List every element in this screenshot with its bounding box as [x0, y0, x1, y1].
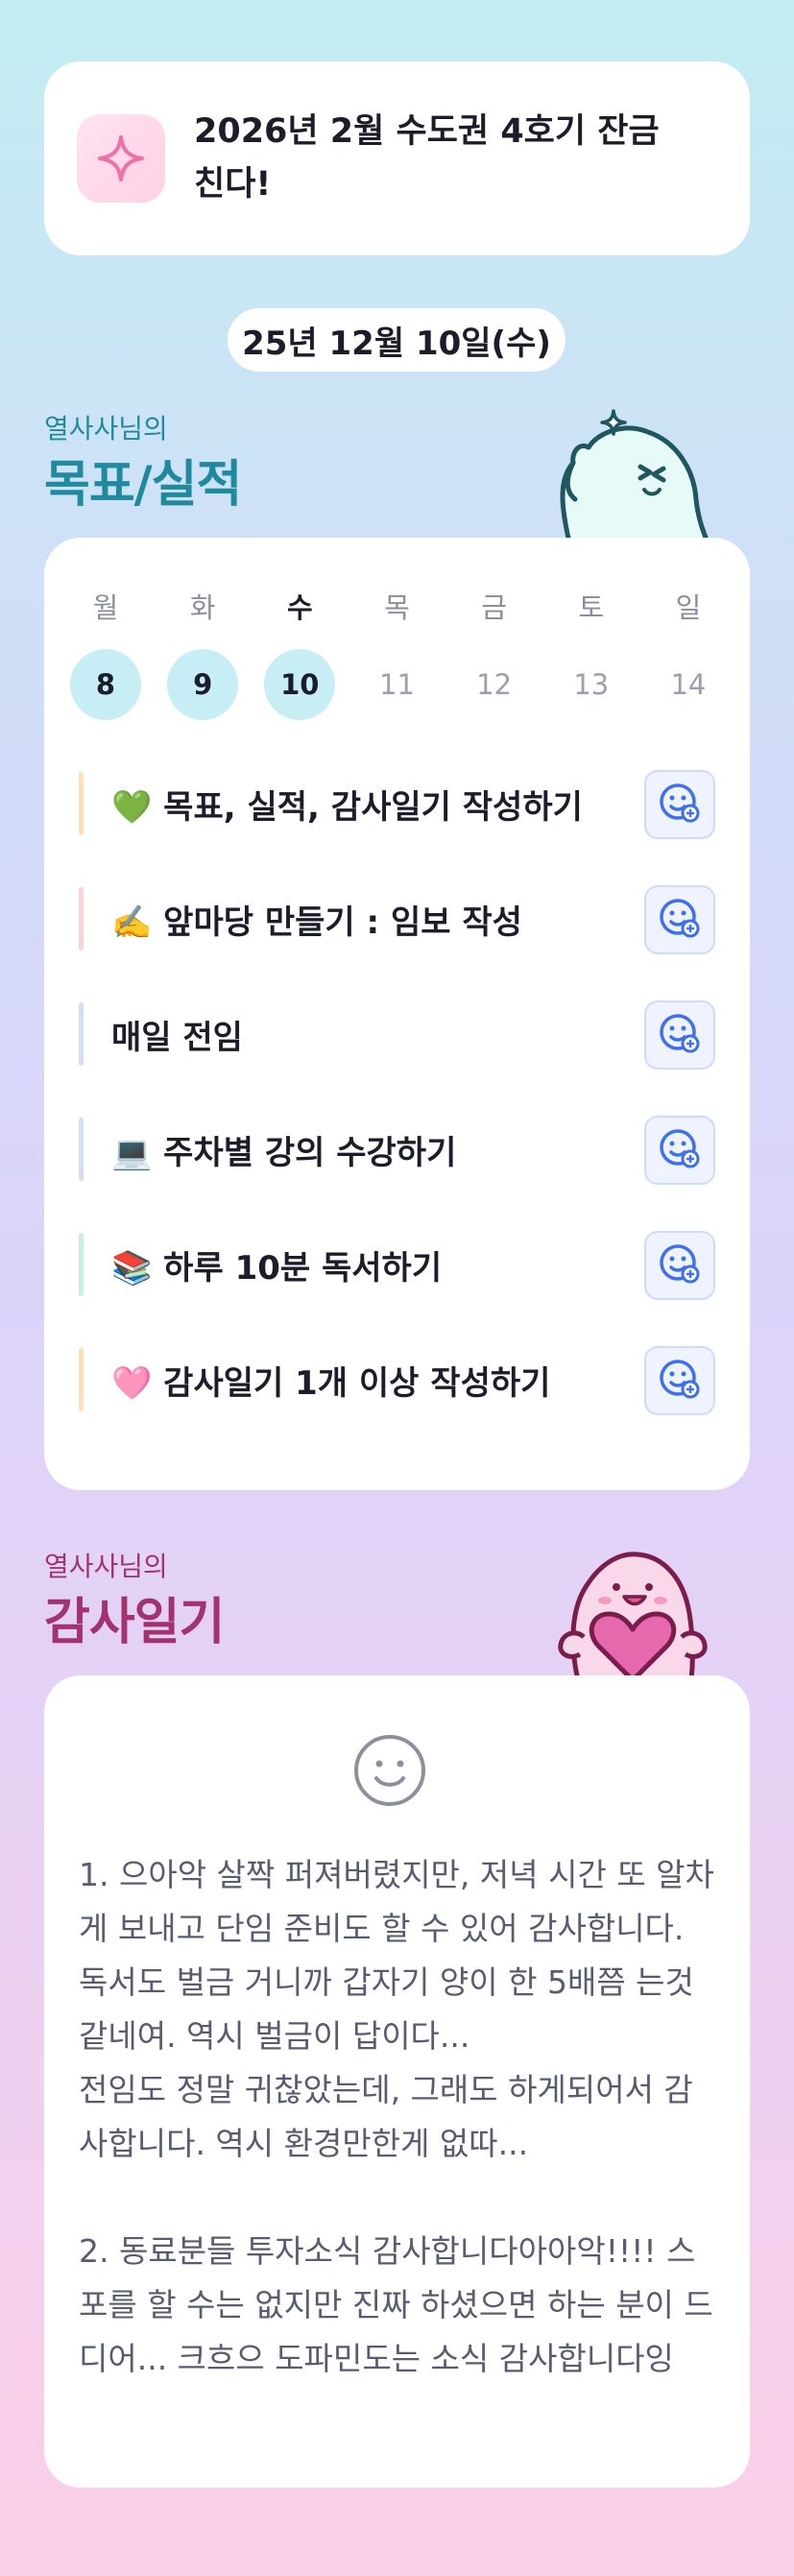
day-label: 월 — [92, 591, 119, 624]
journal-section-title: 감사일기 — [44, 1594, 225, 1651]
add-reaction-button[interactable] — [644, 770, 715, 839]
sparkle-icon — [77, 114, 165, 203]
task-text: 💻 주차별 강의 수강하기 — [111, 1133, 457, 1172]
day-fri[interactable]: 금 12 — [458, 586, 531, 720]
task-color-bar — [79, 1233, 84, 1296]
goals-section-subtitle: 열사사님의 — [44, 413, 168, 445]
day-number[interactable]: 12 — [459, 649, 530, 720]
day-label: 일 — [675, 591, 702, 624]
day-wed[interactable]: 수 10 — [263, 586, 336, 720]
day-label: 토 — [578, 591, 605, 624]
week-calendar: 월 8 화 9 수 10 목 11 금 12 토 13 일 14 — [69, 586, 725, 720]
task-item[interactable]: 💚 목표, 실적, 감사일기 작성하기 — [79, 766, 715, 841]
task-color-bar — [79, 1118, 84, 1181]
task-item[interactable]: 📚 하루 10분 독서하기 — [79, 1227, 715, 1302]
day-number[interactable]: 10 — [264, 649, 336, 720]
goals-card: 월 8 화 9 수 10 목 11 금 12 토 13 일 14 💚 목표, 실… — [44, 538, 750, 1490]
smiley-add-icon — [656, 1124, 704, 1176]
add-reaction-button[interactable] — [644, 1231, 715, 1300]
journal-section-subtitle: 열사사님의 — [44, 1551, 168, 1582]
day-sat[interactable]: 토 13 — [555, 586, 628, 720]
task-text: ✍️ 앞마당 만들기 : 임보 작성 — [111, 903, 522, 942]
smiley-icon[interactable] — [352, 1733, 427, 1812]
task-color-bar — [79, 887, 84, 951]
task-color-bar — [79, 772, 84, 835]
day-label: 목 — [384, 591, 410, 624]
smiley-add-icon — [656, 894, 704, 946]
goal-card[interactable]: 2026년 2월 수도권 4호기 잔금 친다! — [44, 61, 750, 255]
task-text: 매일 전임 — [111, 1018, 243, 1057]
task-list: 💚 목표, 실적, 감사일기 작성하기 ✍️ 앞마당 만들기 : 임보 작성 매… — [79, 766, 715, 1457]
heart-mascot-illustration — [549, 1541, 717, 1684]
task-text: 💚 목표, 실적, 감사일기 작성하기 — [111, 787, 583, 827]
smiley-add-icon — [656, 1009, 704, 1061]
day-tue[interactable]: 화 9 — [166, 586, 239, 720]
task-text: 🩷 감사일기 1개 이상 작성하기 — [111, 1363, 551, 1403]
day-thu[interactable]: 목 11 — [360, 586, 433, 720]
smiley-add-icon — [656, 1355, 704, 1407]
add-reaction-button[interactable] — [644, 1116, 715, 1185]
day-number[interactable]: 8 — [70, 649, 141, 720]
goal-text: 2026년 2월 수도권 4호기 잔금 친다! — [194, 112, 660, 204]
add-reaction-button[interactable] — [644, 1346, 715, 1415]
date-label[interactable]: 25년 12월 10일(수) — [228, 308, 565, 372]
ghost-mascot-illustration — [552, 403, 715, 546]
add-reaction-button[interactable] — [644, 1000, 715, 1070]
day-number[interactable]: 9 — [167, 649, 239, 720]
day-label: 금 — [481, 591, 507, 624]
smiley-add-icon — [656, 779, 704, 831]
task-color-bar — [79, 1002, 84, 1066]
task-text: 📚 하루 10분 독서하기 — [111, 1248, 443, 1288]
task-item[interactable]: 매일 전임 — [79, 997, 715, 1071]
goals-section-title: 목표/실적 — [44, 456, 242, 514]
smiley-add-icon — [656, 1240, 704, 1291]
journal-entry-text: 1. 으아악 살짝 퍼져버렸지만, 저녁 시간 또 알차게 보내고 단임 준비도… — [79, 1856, 714, 2377]
task-item[interactable]: 💻 주차별 강의 수강하기 — [79, 1112, 715, 1187]
journal-card: 1. 으아악 살짝 퍼져버렸지만, 저녁 시간 또 알차게 보내고 단임 준비도… — [44, 1675, 750, 2488]
task-item[interactable]: ✍️ 앞마당 만들기 : 임보 작성 — [79, 881, 715, 956]
day-sun[interactable]: 일 14 — [652, 586, 725, 720]
day-number[interactable]: 13 — [556, 649, 627, 720]
day-mon[interactable]: 월 8 — [69, 586, 142, 720]
day-number[interactable]: 14 — [653, 649, 724, 720]
day-number[interactable]: 11 — [361, 649, 432, 720]
add-reaction-button[interactable] — [644, 885, 715, 954]
task-color-bar — [79, 1348, 84, 1411]
day-label: 화 — [189, 591, 216, 624]
task-item[interactable]: 🩷 감사일기 1개 이상 작성하기 — [79, 1342, 715, 1417]
day-label: 수 — [286, 591, 313, 624]
